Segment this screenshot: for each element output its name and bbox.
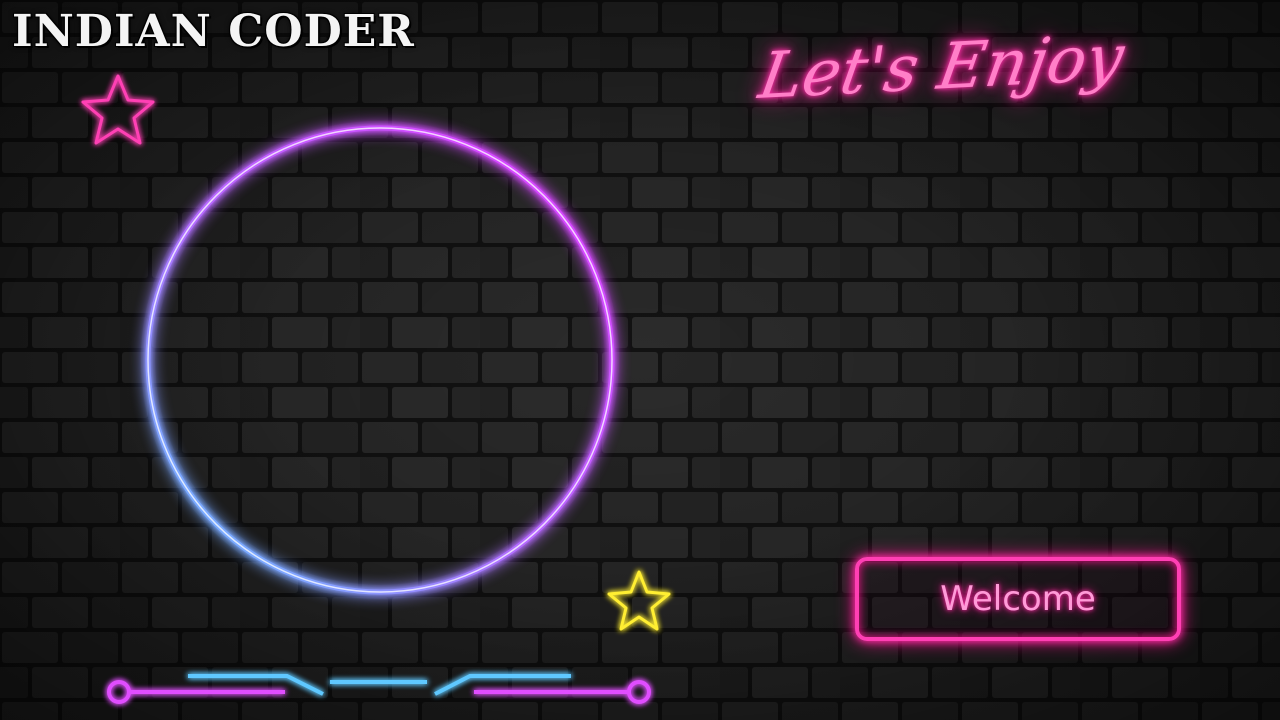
welcome-button[interactable]: Welcome xyxy=(855,557,1181,641)
neon-circuit-line xyxy=(107,674,651,704)
star-outline-icon xyxy=(607,570,671,631)
welcome-button-label: Welcome xyxy=(940,579,1096,619)
brand-title: INDIAN CODER xyxy=(12,6,415,57)
star-outline-icon xyxy=(81,74,155,145)
neon-scene: INDIAN CODER Let's Enjoy Welcome xyxy=(0,0,1280,720)
neon-ring xyxy=(141,121,619,599)
